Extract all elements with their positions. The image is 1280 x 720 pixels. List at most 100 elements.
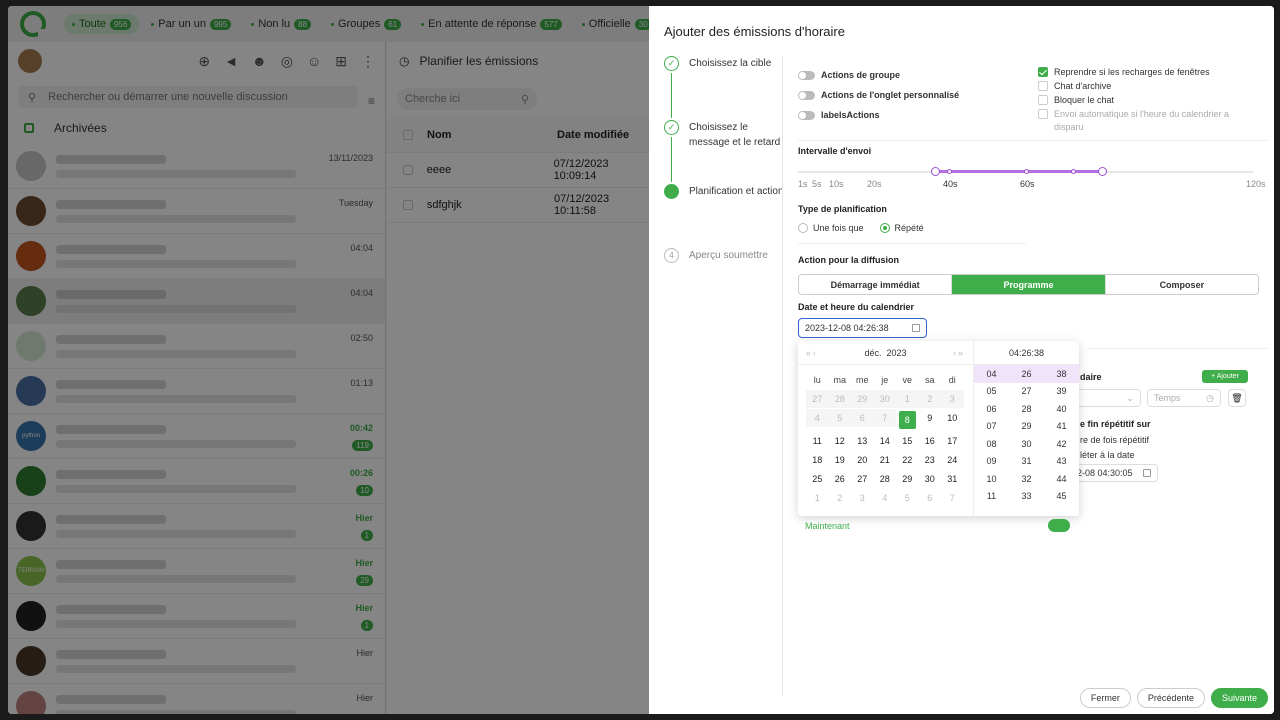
- hour-option[interactable]: 06: [974, 400, 1009, 418]
- app: Toute 956 Par un un 995 Non lu 88 Groupes 61 En …: [8, 6, 1274, 714]
- calendar-day[interactable]: 11: [806, 432, 829, 450]
- second-option[interactable]: 42: [1044, 435, 1079, 453]
- option-checkbox-row[interactable]: Bloquer le chat: [1038, 94, 1234, 107]
- calendar-day[interactable]: 20: [851, 451, 874, 469]
- checkbox[interactable]: [1038, 81, 1048, 91]
- time-select[interactable]: Temps ◷: [1147, 389, 1221, 407]
- calendar-day[interactable]: 31: [941, 470, 964, 488]
- checkbox[interactable]: [1038, 95, 1048, 105]
- segment-immediate[interactable]: Démarrage immédiat: [799, 275, 953, 294]
- prev-nav-icon[interactable]: «‹: [806, 348, 818, 358]
- slider-handle-start[interactable]: [931, 167, 940, 176]
- add-button[interactable]: + Ajouter: [1202, 370, 1248, 383]
- datetime-label: Date et heure du calendrier: [798, 302, 915, 312]
- minute-option[interactable]: 31: [1009, 453, 1044, 471]
- minute-option[interactable]: 26: [1009, 365, 1044, 383]
- calendar-day[interactable]: 23: [919, 451, 942, 469]
- calendar-day[interactable]: 14: [874, 432, 897, 450]
- second-option[interactable]: 39: [1044, 383, 1079, 401]
- calendar-day[interactable]: 16: [919, 432, 942, 450]
- ok-button[interactable]: [1048, 519, 1070, 532]
- calendar-year[interactable]: 2023: [887, 348, 907, 358]
- minute-option[interactable]: 32: [1009, 470, 1044, 488]
- second-option[interactable]: 40: [1044, 400, 1079, 418]
- second-option[interactable]: 44: [1044, 470, 1079, 488]
- calendar-day[interactable]: 24: [941, 451, 964, 469]
- toggle-group-actions[interactable]: Actions de groupe: [798, 70, 900, 80]
- calendar-day[interactable]: 7: [941, 489, 964, 507]
- hour-option[interactable]: 11: [974, 488, 1009, 506]
- calendar-day[interactable]: 18: [806, 451, 829, 469]
- toggle-label-actions[interactable]: labelsActions: [798, 110, 880, 120]
- calendar-day[interactable]: 5: [896, 489, 919, 507]
- calendar-month[interactable]: déc.: [864, 348, 881, 358]
- modal-overlay[interactable]: [8, 6, 652, 714]
- toggle-switch[interactable]: [798, 90, 815, 100]
- next-button[interactable]: Suivante: [1210, 688, 1268, 708]
- delete-icon[interactable]: 🗑: [1228, 389, 1246, 407]
- seconds-column: 38 39 40 41 42 43 44 45: [1044, 365, 1079, 505]
- segment-programme[interactable]: Programme: [952, 275, 1106, 294]
- calendar-day[interactable]: 26: [829, 470, 852, 488]
- repeat-date-option[interactable]: léter à la date: [1080, 450, 1135, 460]
- radio-circle[interactable]: [798, 223, 808, 233]
- calendar-day[interactable]: 30: [919, 470, 942, 488]
- calendar-day[interactable]: 29: [896, 470, 919, 488]
- radio-once[interactable]: Une fois que: [798, 223, 864, 233]
- now-link[interactable]: Maintenant: [805, 521, 850, 531]
- calendar-day[interactable]: 22: [896, 451, 919, 469]
- minute-option[interactable]: 30: [1009, 435, 1044, 453]
- second-option[interactable]: 38: [1044, 365, 1079, 383]
- calendar-day[interactable]: 3: [851, 489, 874, 507]
- radio-circle[interactable]: [879, 223, 890, 233]
- calendar-day[interactable]: 17: [941, 432, 964, 450]
- datetime-input[interactable]: 2023-12-08 04:26:38: [798, 318, 927, 338]
- repeat-count-option[interactable]: re de fois répétitif: [1080, 435, 1149, 445]
- calendar-day[interactable]: 12: [829, 432, 852, 450]
- calendar-day[interactable]: 28: [874, 470, 897, 488]
- calendar-day[interactable]: 2: [829, 489, 852, 507]
- minute-option[interactable]: 28: [1009, 400, 1044, 418]
- hour-option[interactable]: 05: [974, 383, 1009, 401]
- calendar-day[interactable]: 1: [806, 489, 829, 507]
- next-nav-icon[interactable]: ›»: [953, 348, 965, 358]
- toggle-switch[interactable]: [798, 70, 815, 80]
- hour-option[interactable]: 09: [974, 453, 1009, 471]
- calendar-day[interactable]: 13: [851, 432, 874, 450]
- calendar-day[interactable]: 19: [829, 451, 852, 469]
- minute-option[interactable]: 33: [1009, 488, 1044, 506]
- calendar-day[interactable]: 6: [919, 489, 942, 507]
- second-option[interactable]: 43: [1044, 453, 1079, 471]
- calendar-day[interactable]: 27: [851, 470, 874, 488]
- slider-handle-end[interactable]: [1098, 167, 1107, 176]
- second-option[interactable]: 45: [1044, 488, 1079, 506]
- minute-option[interactable]: 29: [1009, 418, 1044, 436]
- calendar-day[interactable]: 4: [874, 489, 897, 507]
- checkbox[interactable]: [1038, 67, 1048, 77]
- time-columns: 04 05 06 07 08 09 10 11 26 27 28 29 30 31 32 33 38 39 40 41…: [974, 365, 1079, 505]
- hour-option[interactable]: 08: [974, 435, 1009, 453]
- hour-option[interactable]: 07: [974, 418, 1009, 436]
- calendar-day[interactable]: 9: [919, 409, 942, 427]
- previous-button[interactable]: Précédente: [1136, 688, 1205, 708]
- calendar-day[interactable]: 8: [899, 411, 916, 429]
- calendar-day[interactable]: 25: [806, 470, 829, 488]
- hour-option[interactable]: 10: [974, 470, 1009, 488]
- second-option[interactable]: 41: [1044, 418, 1079, 436]
- calendar-day[interactable]: 15: [896, 432, 919, 450]
- toggle-tab-actions[interactable]: Actions de l'onglet personnalisé: [798, 90, 959, 100]
- minute-option[interactable]: 27: [1009, 383, 1044, 401]
- calendar-icon: [912, 324, 920, 332]
- toggle-switch[interactable]: [798, 110, 815, 120]
- radio-repeated[interactable]: Répété: [879, 223, 924, 233]
- segment-compose[interactable]: Composer: [1106, 275, 1258, 294]
- calendar-day[interactable]: 21: [874, 451, 897, 469]
- close-button[interactable]: Fermer: [1079, 688, 1131, 708]
- option-checkbox-row[interactable]: Reprendre si les recharges de fenêtres: [1038, 66, 1234, 79]
- calendar-icon: [1143, 469, 1151, 477]
- option-checkbox-row[interactable]: Chat d'archive: [1038, 80, 1234, 93]
- calendar-day[interactable]: 10: [941, 409, 964, 427]
- calendar-day: 2: [918, 390, 941, 408]
- hour-option[interactable]: 04: [974, 365, 1009, 383]
- end-date-input[interactable]: 2-08 04:30:05: [1070, 464, 1158, 482]
